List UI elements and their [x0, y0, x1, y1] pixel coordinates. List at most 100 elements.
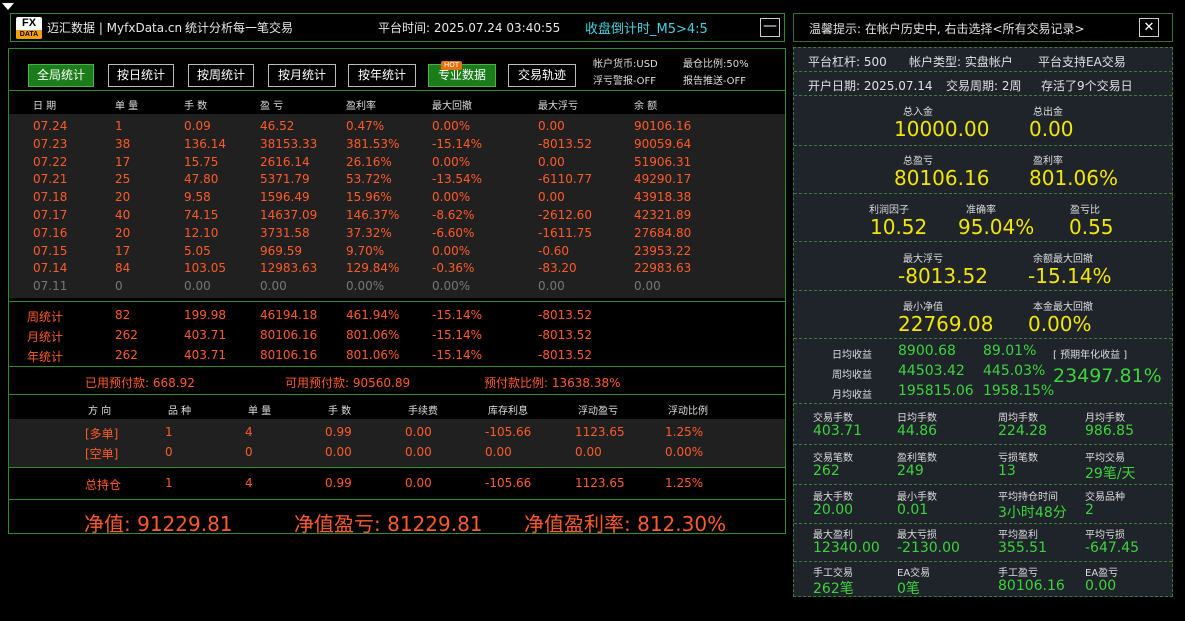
table-cell: 0.00	[538, 119, 565, 133]
table-cell: 07.21	[33, 172, 68, 187]
table-cell: -15.14%	[432, 348, 483, 362]
pl-ratio-value: 0.55	[1069, 215, 1114, 239]
account-stats-panel: 平台杠杆: 500 帐户类型: 实盘帐户 平台支持EA交易 开户日期: 2025…	[793, 47, 1173, 597]
stat-label: 最大亏损	[897, 530, 937, 541]
open-date: 开户日期: 2025.07.14	[808, 79, 933, 93]
min-equity-label: 最小净值	[903, 302, 943, 313]
table-cell: -8013.52	[538, 136, 592, 151]
profit-value: 80106.16	[894, 166, 990, 190]
leverage: 平台杠杆: 500	[808, 55, 887, 69]
monthly-avg-pct: 1958.15%	[983, 383, 1055, 399]
btn-pro-data-label: 专业数据	[437, 68, 486, 82]
stat-label: 交易品种	[1085, 492, 1125, 503]
stat-label: 亏损笔数	[998, 453, 1038, 464]
table-cell: 9.58	[184, 190, 211, 205]
table-cell: -1611.75	[538, 225, 592, 240]
title-bar: FX DATA 迈汇数据 | MyfxData.cn 统计分析每一笔交易 平台时…	[10, 13, 785, 42]
daily-avg-label: 日均收益	[832, 350, 872, 361]
divider	[794, 71, 1172, 72]
stat-value: 403.71	[813, 423, 862, 439]
withdraw-value: 0.00	[1029, 117, 1074, 141]
table-cell: 262	[115, 328, 138, 342]
table-cell: 07.16	[33, 225, 68, 240]
stat-value: 2	[1085, 502, 1094, 518]
dropdown-triangle-icon[interactable]	[2, 3, 14, 10]
stat-value: 13	[998, 463, 1016, 479]
accuracy-value: 95.04%	[958, 215, 1035, 239]
profit-factor-label: 利润因子	[869, 205, 909, 216]
table-cell: 07.14	[33, 261, 68, 276]
table-cell: 146.37%	[346, 208, 400, 222]
table-cell: 07.24	[33, 119, 68, 133]
table-cell: -15.14%	[432, 136, 483, 151]
divider	[794, 193, 1172, 194]
minimize-button[interactable]: —	[760, 18, 780, 37]
max-float-label: 最大浮亏	[903, 254, 943, 265]
stat-label: 月均手数	[1085, 413, 1125, 424]
close-button[interactable]: ✕	[1139, 18, 1159, 37]
table-cell: 0.00%	[665, 445, 704, 459]
table-cell: -15.14%	[432, 328, 483, 342]
table-cell: 0.00	[485, 445, 512, 459]
stat-value: 0.01	[897, 502, 929, 518]
divider	[794, 338, 1172, 339]
table-cell: 17	[115, 154, 131, 169]
stat-value: -647.45	[1085, 540, 1140, 556]
stat-label: 平均持仓时间	[998, 492, 1058, 503]
stat-value: 986.85	[1085, 423, 1134, 439]
table-cell: 0.99	[325, 425, 352, 439]
divider	[794, 145, 1172, 146]
btn-weekly-stats[interactable]: 按周统计	[188, 64, 254, 87]
stat-value: 80106.16	[998, 578, 1065, 594]
table-cell: 461.94%	[346, 308, 400, 322]
table-cell: 14637.09	[260, 208, 318, 222]
column-header: 手 数	[328, 406, 352, 417]
column-header: 盈利率	[346, 101, 376, 112]
table-cell: 0.00	[538, 154, 565, 169]
btn-trade-track[interactable]: 交易轨迹	[508, 64, 576, 87]
stat-value: 3小时48分	[998, 505, 1067, 521]
table-cell: -8013.52	[538, 308, 592, 322]
hot-badge: HOT	[441, 61, 463, 70]
table-cell: 0.00	[184, 279, 211, 294]
table-cell: 12.10	[184, 225, 219, 240]
divider	[794, 241, 1172, 242]
table-cell: 0.00%	[432, 154, 471, 169]
capital-drawdown-label: 本金最大回撤	[1033, 302, 1093, 313]
table-cell: 1123.65	[575, 425, 625, 439]
table-cell: -0.60	[538, 243, 570, 258]
max-drawdown-value: -15.14%	[1028, 264, 1112, 288]
table-cell: 103.05	[184, 261, 226, 276]
table-cell: 1	[115, 119, 123, 133]
summary-row-label: 月统计	[27, 330, 64, 344]
table-cell: 0.00	[405, 445, 432, 459]
table-cell: 1.25%	[665, 425, 704, 439]
margin-ratio: 预付款比例: 13638.38%	[484, 376, 621, 390]
report-push[interactable]: 报告推送-OFF	[683, 72, 746, 87]
slogan: 统计分析每一笔交易	[185, 21, 294, 35]
stat-label: 交易笔数	[813, 453, 853, 464]
used-margin: 已用预付款: 668.92	[85, 376, 195, 390]
stat-value: 355.51	[998, 540, 1047, 556]
table-cell: 0.00%	[432, 119, 471, 133]
table-cell: -15.14%	[432, 308, 483, 322]
divider	[794, 95, 1172, 96]
pl-ratio-label: 盈亏比	[1070, 205, 1100, 216]
table-cell: -0.36%	[432, 261, 475, 276]
divider	[9, 467, 785, 468]
btn-yearly-stats[interactable]: 按年统计	[348, 64, 416, 87]
table-cell: 0.00	[575, 445, 602, 459]
divider	[9, 366, 785, 367]
float-alert[interactable]: 浮亏警报-OFF	[593, 72, 656, 87]
table-cell: 12983.63	[260, 261, 318, 276]
table-cell: 90059.64	[634, 136, 692, 151]
btn-global-stats[interactable]: 全局统计	[28, 64, 94, 87]
table-cell: 46.52	[260, 119, 295, 133]
btn-monthly-stats[interactable]: 按月统计	[268, 64, 336, 87]
trade-period: 交易周期: 2周	[946, 79, 1022, 93]
weekly-avg-pct: 445.03%	[983, 363, 1046, 379]
btn-pro-data[interactable]: 专业数据 HOT	[428, 61, 496, 87]
stat-value: 44.86	[897, 423, 938, 439]
btn-daily-stats[interactable]: 按日统计	[108, 64, 174, 87]
table-cell: 5371.79	[260, 172, 310, 187]
